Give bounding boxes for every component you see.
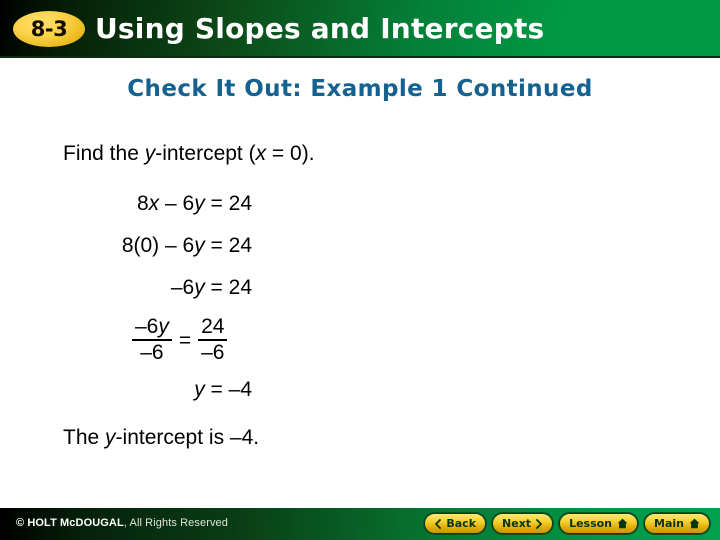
step3-result: = 24 [204, 276, 252, 299]
step1-result: = 24 [204, 192, 252, 215]
equation-step-4-fraction: –6y –6 = 24 –6 [132, 315, 228, 365]
solution-variable-y: y [194, 378, 205, 401]
main-button-label: Main [654, 517, 684, 530]
right-fraction-numerator: 24 [198, 315, 228, 342]
step1-operator: – 6 [159, 192, 195, 215]
conclusion-variable-y: y [105, 426, 116, 449]
left-numerator-coefficient: –6 [135, 315, 159, 338]
example-subtitle: Check It Out: Example 1 Continued [127, 76, 593, 102]
fraction-equals-sign: = [178, 328, 192, 352]
right-fraction: 24 –6 [198, 315, 228, 365]
equation-step-2: 8(0) – 6y = 24 [0, 234, 252, 258]
back-button[interactable]: Back [424, 513, 487, 534]
page-title: Using Slopes and Intercepts [95, 12, 545, 45]
solution-value: = –4 [204, 378, 252, 401]
step1-coefficient: 8 [136, 192, 149, 215]
conclusion-before: The [63, 426, 106, 449]
lesson-button-label: Lesson [569, 517, 613, 530]
slide-header: 8-3 Using Slopes and Intercepts [0, 0, 720, 58]
left-fraction-denominator: –6 [140, 341, 164, 365]
slide-footer: © HOLT McDOUGAL, All Rights Reserved Bac… [0, 508, 720, 540]
next-button[interactable]: Next [492, 513, 554, 534]
left-fraction: –6y –6 [132, 315, 172, 365]
conclusion-text: The y-intercept is –4. [63, 426, 259, 450]
conclusion-after: -intercept is –4. [115, 426, 260, 449]
equation-step-3: –6y = 24 [0, 276, 252, 300]
copyright-rights: , All Rights Reserved [123, 517, 228, 529]
navigation-button-group: Back Next Lesson Main [424, 513, 710, 534]
step1-variable-y: y [194, 192, 205, 215]
step2-substituted: 8(0) – 6 [121, 234, 195, 257]
back-button-label: Back [446, 517, 477, 530]
prompt-text-after: = 0). [266, 142, 315, 165]
equation-solution: y = –4 [0, 378, 252, 402]
lesson-number-badge: 8-3 [13, 11, 85, 47]
home-icon [617, 518, 628, 529]
lesson-button[interactable]: Lesson [559, 513, 639, 534]
copyright-brand: © HOLT McDOUGAL [16, 517, 124, 529]
step1-variable-x: x [148, 192, 160, 215]
prompt-variable-y: y [144, 142, 156, 165]
right-fraction-denominator: –6 [201, 341, 225, 365]
lesson-number-label: 8-3 [30, 16, 68, 41]
step3-variable-y: y [194, 276, 205, 299]
home-icon [689, 518, 700, 529]
step2-variable-y: y [194, 234, 205, 257]
left-fraction-numerator: –6y [132, 315, 172, 342]
chevron-right-icon [536, 518, 543, 529]
next-button-label: Next [502, 517, 532, 530]
step3-coefficient: –6 [170, 276, 195, 299]
prompt-variable-x: x [255, 142, 267, 165]
equation-step-1: 8x – 6y = 24 [0, 192, 252, 216]
prompt-text-before: Find the [63, 142, 145, 165]
main-button[interactable]: Main [644, 513, 710, 534]
slide: 8-3 Using Slopes and Intercepts Check It… [0, 0, 720, 540]
left-numerator-variable-y: y [158, 315, 169, 338]
prompt-text-middle: -intercept ( [155, 142, 256, 165]
step2-result: = 24 [204, 234, 252, 257]
chevron-left-icon [434, 518, 442, 529]
problem-prompt: Find the y-intercept (x = 0). [63, 142, 315, 166]
copyright-notice: © HOLT McDOUGAL, All Rights Reserved [16, 517, 228, 529]
